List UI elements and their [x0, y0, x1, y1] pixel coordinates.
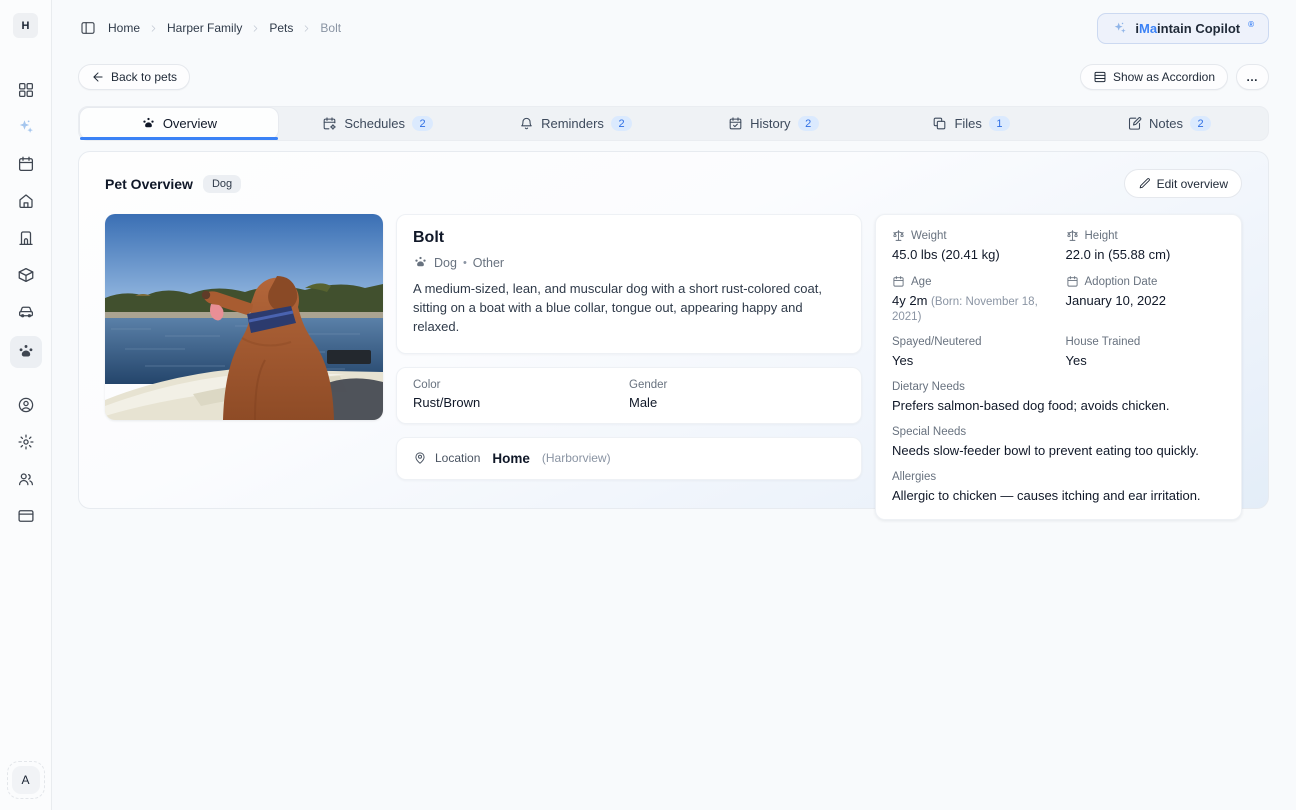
- tab-notes[interactable]: Notes 2: [1070, 107, 1268, 140]
- show-as-accordion-button[interactable]: Show as Accordion: [1079, 64, 1228, 90]
- pet-detail-column: Bolt Dog • Other A medium-sized, lean, a…: [396, 214, 862, 480]
- profile-avatar[interactable]: A: [11, 766, 40, 794]
- breadcrumb-family[interactable]: Harper Family: [167, 21, 242, 35]
- chevron-right-icon: [301, 23, 312, 34]
- breadcrumb-current: Bolt: [320, 21, 342, 35]
- pet-stats-card: Weight 45.0 lbs (20.41 kg) Height 22.0 i…: [875, 214, 1242, 520]
- pet-name: Bolt: [413, 229, 445, 246]
- pet-description: A medium-sized, lean, and muscular dog w…: [413, 281, 822, 334]
- billing-icon[interactable]: [10, 503, 42, 529]
- pet-breed: Other: [472, 255, 505, 270]
- stat-age: Age 4y 2m (Born: November 18, 2021): [892, 275, 1038, 324]
- door-icon[interactable]: [10, 225, 42, 251]
- rows-icon: [1094, 71, 1106, 83]
- back-to-pets-button[interactable]: Back to pets: [78, 64, 191, 90]
- tab-count-badge: 2: [1189, 116, 1212, 131]
- tab-history[interactable]: History 2: [674, 107, 872, 140]
- location-value: Home: [492, 450, 530, 466]
- color-label: Color: [413, 378, 441, 391]
- gender-value: Male: [629, 394, 658, 410]
- overview-body: Bolt Dog • Other A medium-sized, lean, a…: [105, 214, 1242, 520]
- tab-count-badge: 1: [988, 116, 1011, 131]
- stat-weight: Weight 45.0 lbs (20.41 kg): [892, 229, 1000, 263]
- paw-icon: [415, 256, 426, 267]
- calendar-icon[interactable]: [10, 151, 42, 177]
- tab-count-badge: 2: [610, 116, 633, 131]
- scale-icon: [1066, 230, 1078, 241]
- app-window: H A Home Harper Family Pets Bolt iMainta…: [0, 0, 1296, 810]
- scale-icon: [893, 230, 904, 241]
- dashboard-grid-icon[interactable]: [10, 77, 42, 103]
- copilot-label: iMaintain Copilot: [1135, 20, 1241, 36]
- pet-meta: Dog • Other: [413, 255, 845, 270]
- toolbar-right: Show as Accordion …: [1079, 64, 1269, 90]
- stat-allergies: Allergies Allergic to chicken — causes i…: [892, 471, 1201, 503]
- files-icon: [934, 117, 946, 130]
- copilot-button[interactable]: iMaintain Copilot ®: [1097, 12, 1269, 44]
- pet-photo: [105, 214, 383, 420]
- stat-house-trained: House Trained Yes: [1065, 336, 1141, 368]
- registered-mark: ®: [1248, 19, 1254, 29]
- section-title: Pet Overview: [105, 175, 193, 192]
- stat-height: Height 22.0 in (55.88 cm): [1065, 229, 1171, 263]
- gender-label: Gender: [629, 378, 668, 391]
- color-value: Rust/Brown: [413, 394, 481, 410]
- calendar-icon: [893, 276, 904, 287]
- toolbar: Back to pets Show as Accordion …: [78, 64, 1269, 90]
- calendar-check-icon: [729, 117, 742, 130]
- tab-count-badge: 2: [797, 116, 819, 131]
- tab-reminders[interactable]: Reminders 2: [477, 107, 675, 140]
- tab-bar: Overview Schedules 2 Reminders 2 History…: [78, 106, 1269, 141]
- sidebar-nav-primary: [9, 77, 42, 368]
- calendar-icon: [1066, 276, 1078, 287]
- location-sub: (Harborview): [541, 451, 611, 466]
- breadcrumb-home[interactable]: Home: [108, 21, 140, 35]
- calendar-cog-icon: [323, 117, 337, 130]
- chevron-right-icon: [148, 23, 159, 34]
- more-options-button[interactable]: …: [1236, 64, 1269, 90]
- pet-identity-card: Bolt Dog • Other A medium-sized, lean, a…: [396, 214, 862, 354]
- chevron-right-icon: [250, 23, 261, 34]
- pet-species: Dog: [434, 255, 457, 270]
- location-card: Location Home (Harborview): [396, 436, 862, 480]
- pet-type-badge: Dog: [202, 174, 242, 193]
- tab-overview[interactable]: Overview: [79, 107, 279, 140]
- sidebar: H A: [0, 0, 52, 810]
- pets-icon[interactable]: [9, 336, 42, 368]
- bell-icon: [521, 117, 532, 130]
- breadcrumb: Home Harper Family Pets Bolt: [80, 20, 341, 36]
- stat-dietary-needs: Dietary Needs Prefers salmon-based dog f…: [892, 381, 1170, 413]
- account-icon[interactable]: [10, 392, 42, 418]
- copilot-sparkles-icon[interactable]: [10, 114, 42, 140]
- map-pin-icon: [415, 452, 425, 464]
- tab-schedules[interactable]: Schedules 2: [279, 107, 477, 140]
- edit-overview-button[interactable]: Edit overview: [1123, 169, 1242, 198]
- location-label: Location: [435, 451, 481, 466]
- main-content: Home Harper Family Pets Bolt iMaintain C…: [52, 0, 1296, 810]
- settings-icon[interactable]: [10, 429, 42, 455]
- ellipsis-icon: …: [1246, 70, 1259, 84]
- pencil-icon: [1139, 178, 1150, 189]
- breadcrumb-pets[interactable]: Pets: [269, 21, 293, 35]
- package-icon[interactable]: [10, 262, 42, 288]
- sidebar-nav-secondary: [10, 392, 42, 529]
- stat-spayed: Spayed/Neutered Yes: [892, 336, 982, 368]
- notebook-pen-icon: [1128, 117, 1142, 130]
- home-icon[interactable]: [10, 188, 42, 214]
- profile-avatar-wrapper: A: [6, 761, 45, 799]
- workspace-avatar[interactable]: H: [13, 13, 38, 38]
- topbar: Home Harper Family Pets Bolt iMaintain C…: [78, 12, 1269, 44]
- members-icon[interactable]: [10, 466, 42, 492]
- section-header: Pet Overview Dog Edit overview: [105, 169, 1242, 198]
- arrow-left-icon: [93, 72, 103, 82]
- stat-special-needs: Special Needs Needs slow-feeder bowl to …: [892, 426, 1199, 458]
- pet-overview-section: Pet Overview Dog Edit overview Bolt Dog …: [78, 151, 1269, 520]
- panel-toggle-icon[interactable]: [80, 20, 96, 36]
- tab-count-badge: 2: [412, 116, 434, 131]
- stat-adoption-date: Adoption Date January 10, 2022: [1065, 275, 1166, 309]
- tab-files[interactable]: Files 1: [872, 107, 1070, 140]
- color-gender-card: Color Rust/Brown Gender Male: [396, 366, 862, 424]
- paw-icon: [143, 117, 154, 128]
- car-icon[interactable]: [10, 299, 42, 325]
